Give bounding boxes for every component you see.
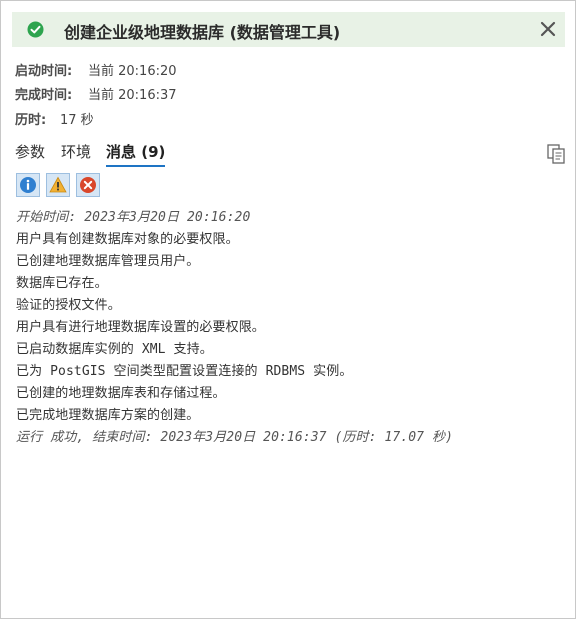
tool-title: 创建企业级地理数据库 (数据管理工具) (64, 23, 341, 42)
message-line: 用户具有创建数据库对象的必要权限。 (16, 232, 239, 247)
message-line: 验证的授权文件。 (16, 298, 121, 313)
tab-messages[interactable]: 消息 (9) (106, 141, 166, 167)
start-time-value: 当前 20:16:20 (88, 64, 177, 79)
tab-environments[interactable]: 环境 (61, 141, 91, 165)
warning-icon (49, 176, 67, 193)
start-time-label: 启动时间: (15, 64, 73, 79)
message-end: 运行 成功, 结束时间: 2023年3月20日 20:16:37 (历时: 17… (16, 430, 454, 445)
filter-info-button[interactable] (16, 173, 40, 197)
elapsed-value: 17 秒 (60, 113, 94, 128)
geoprocessing-result-panel: 创建企业级地理数据库 (数据管理工具) 启动时间: 当前 20:16:20 完成时… (0, 0, 576, 619)
copy-icon[interactable] (545, 143, 567, 165)
message-line: 已创建的地理数据库表和存储过程。 (16, 386, 226, 401)
message-line: 已为 PostGIS 空间类型配置设置连接的 RDBMS 实例。 (16, 364, 353, 379)
message-line: 用户具有进行地理数据库设置的必要权限。 (16, 320, 265, 335)
elapsed-row: 历时: 17 秒 (15, 109, 94, 128)
end-time-value: 当前 20:16:37 (88, 88, 177, 103)
info-icon (20, 177, 36, 193)
end-time-row: 完成时间: 当前 20:16:37 (15, 84, 177, 103)
message-line: 已完成地理数据库方案的创建。 (16, 408, 200, 423)
end-time-label: 完成时间: (15, 88, 73, 103)
check-circle-icon (27, 21, 44, 38)
tab-parameters[interactable]: 参数 (15, 141, 45, 165)
elapsed-label: 历时: (15, 113, 47, 128)
message-line: 已启动数据库实例的 XML 支持。 (16, 342, 213, 357)
error-icon (80, 177, 96, 193)
status-header: 创建企业级地理数据库 (数据管理工具) (12, 12, 565, 47)
filter-error-button[interactable] (76, 173, 100, 197)
close-icon[interactable] (537, 18, 559, 40)
message-line: 数据库已存在。 (16, 276, 108, 291)
message-line: 已创建地理数据库管理员用户。 (16, 254, 200, 269)
message-start: 开始时间: 2023年3月20日 20:16:20 (16, 210, 251, 225)
start-time-row: 启动时间: 当前 20:16:20 (15, 60, 177, 79)
filter-warning-button[interactable] (46, 173, 70, 197)
